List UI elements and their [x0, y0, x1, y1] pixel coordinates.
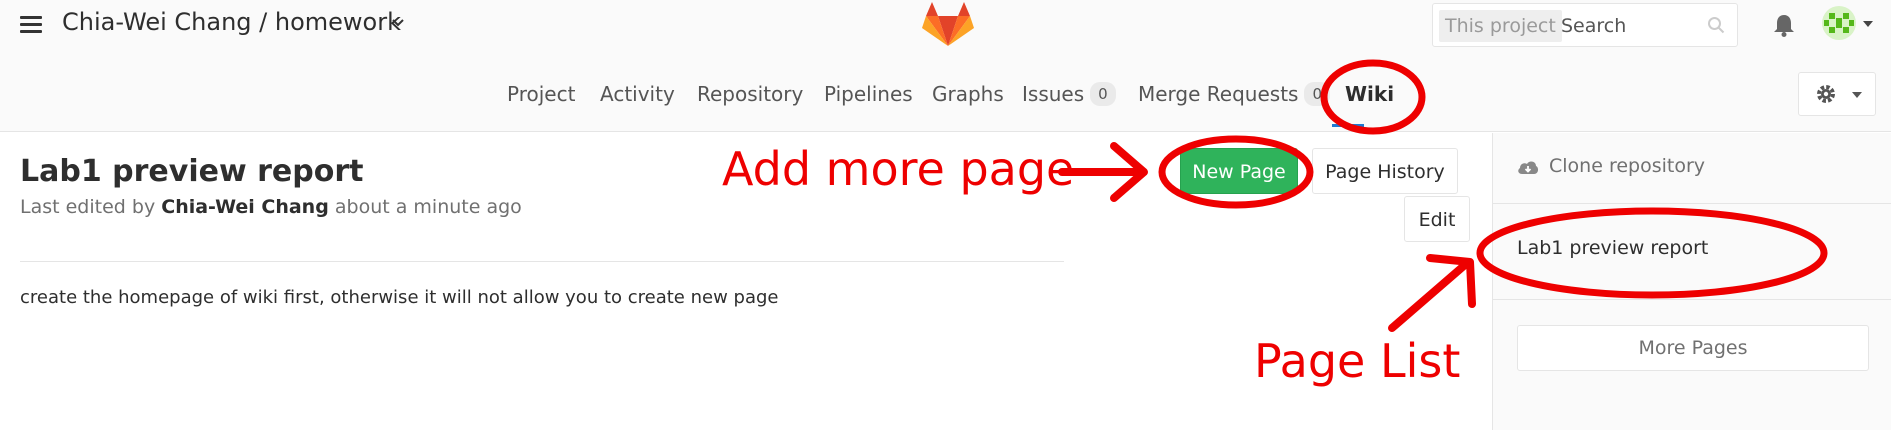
- tab-activity[interactable]: Activity: [600, 74, 675, 114]
- gear-icon: [1817, 85, 1835, 103]
- tab-pipelines[interactable]: Pipelines: [824, 74, 913, 114]
- caret-down-icon[interactable]: [1862, 20, 1874, 28]
- merge-requests-count-badge: 0: [1304, 82, 1330, 106]
- annotation-add-more-page: Add more page: [722, 142, 1075, 196]
- new-page-button[interactable]: New Page: [1180, 148, 1298, 194]
- search-input[interactable]: [1561, 10, 1701, 42]
- chevron-down-icon[interactable]: [392, 19, 404, 27]
- author-name[interactable]: Chia-Wei Chang: [161, 196, 329, 218]
- caret-down-icon: [1852, 92, 1862, 98]
- last-edited-info: Last edited by Chia-Wei Chang about a mi…: [20, 196, 522, 218]
- bell-icon[interactable]: [1771, 12, 1797, 38]
- edited-time: about a minute ago: [334, 196, 522, 218]
- edit-button[interactable]: Edit: [1404, 196, 1470, 242]
- search-scope-badge[interactable]: This project: [1439, 10, 1562, 42]
- page-title: Lab1 preview report: [20, 154, 364, 189]
- search-box[interactable]: This project: [1432, 3, 1738, 47]
- annotation-arrow-up: [1388, 254, 1476, 332]
- clone-repository-link[interactable]: Clone repository: [1549, 155, 1705, 177]
- search-icon: [1708, 17, 1725, 34]
- project-title[interactable]: Chia-Wei Chang / homework: [62, 8, 401, 36]
- wiki-page-link[interactable]: Lab1 preview report: [1517, 237, 1708, 259]
- cloud-download-icon: [1518, 161, 1539, 174]
- project-nav: Project Activity Repository Pipelines Gr…: [0, 74, 1891, 114]
- hamburger-menu-icon[interactable]: [20, 16, 42, 34]
- active-tab-indicator: [1332, 124, 1364, 127]
- wiki-content: create the homepage of wiki first, other…: [20, 287, 779, 308]
- avatar[interactable]: [1822, 6, 1856, 40]
- wiki-page: Chia-Wei Chang / homework This project S…: [0, 0, 1891, 430]
- top-header: Chia-Wei Chang / homework This project S…: [0, 0, 1891, 132]
- content-divider: [20, 261, 1064, 262]
- tab-project[interactable]: Project: [507, 74, 575, 114]
- wiki-sidebar: Clone repository Lab1 preview report Mor…: [1492, 133, 1891, 430]
- tab-graphs[interactable]: Graphs: [932, 74, 1004, 114]
- tab-merge-requests[interactable]: Merge Requests 0: [1138, 74, 1330, 114]
- edited-prefix: Last edited by: [20, 196, 156, 218]
- tab-repository[interactable]: Repository: [697, 74, 803, 114]
- issues-count-badge: 0: [1090, 82, 1116, 106]
- page-history-button[interactable]: Page History: [1312, 148, 1458, 194]
- sidebar-divider: [1493, 203, 1891, 204]
- annotation-page-list: Page List: [1254, 334, 1461, 388]
- settings-dropdown-button[interactable]: [1798, 72, 1876, 116]
- sidebar-divider: [1493, 299, 1891, 300]
- more-pages-button[interactable]: More Pages: [1517, 325, 1869, 371]
- gitlab-logo-icon[interactable]: [920, 0, 976, 50]
- tab-wiki[interactable]: Wiki: [1345, 74, 1394, 114]
- tab-issues[interactable]: Issues 0: [1022, 74, 1116, 114]
